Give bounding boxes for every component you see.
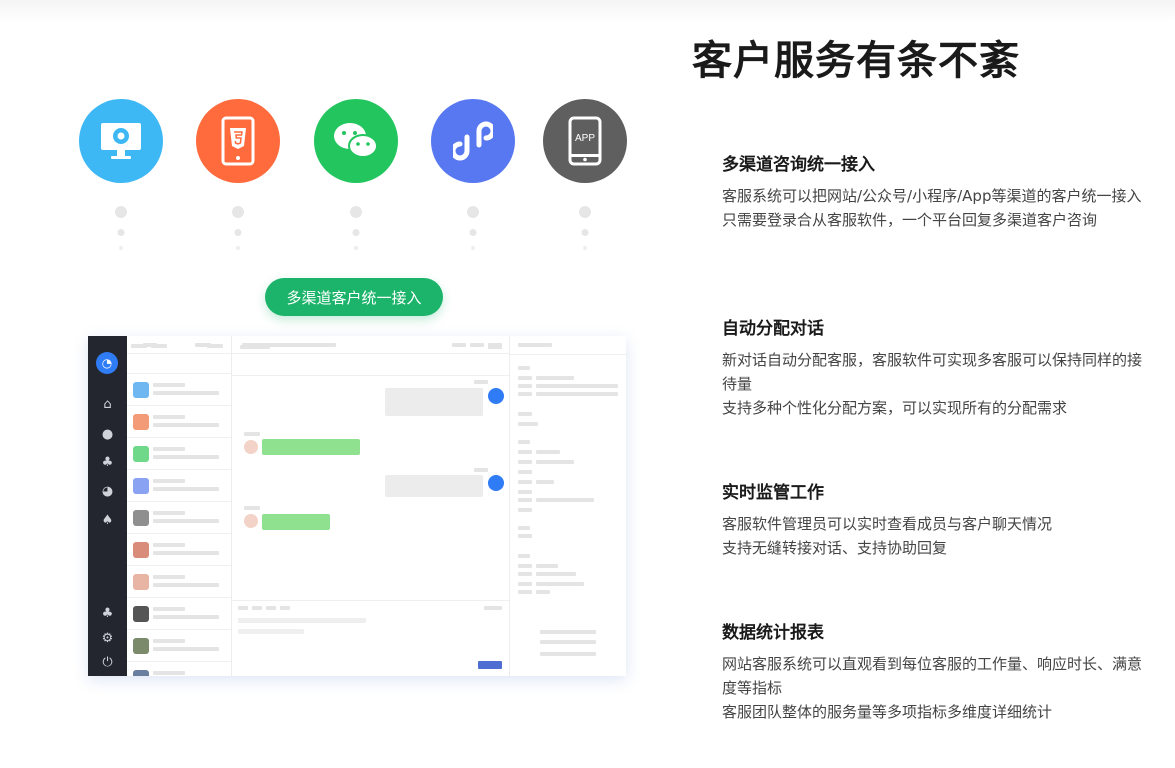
power-icon: ⏻ — [102, 655, 113, 670]
users-icon: ♠ — [101, 513, 114, 528]
mini-program-icon — [431, 99, 515, 183]
feature-title: 多渠道咨询统一接入 — [722, 155, 875, 175]
feature-text: 客服系统可以把网站/公众号/小程序/App等渠道的客户统一接入 — [722, 187, 1142, 205]
html5-icon — [196, 99, 280, 183]
feature-text: 客服团队整体的服务量等多项指标多维度详细统计 — [722, 703, 1053, 721]
mock-chat-panel — [232, 336, 510, 676]
feature-multichannel: 多渠道咨询统一接入 客服系统可以把网站/公众号/小程序/App等渠道的客户统一接… — [722, 150, 1152, 232]
list-item — [127, 662, 231, 676]
list-item — [127, 566, 231, 598]
feature-title: 实时监管工作 — [722, 483, 824, 503]
app-icon: APP — [543, 99, 627, 183]
feature-text: 只需要登录合从客服软件，一个平台回复多渠道客户咨询 — [722, 211, 1098, 229]
feature-title: 数据统计报表 — [722, 623, 824, 643]
channel-web — [79, 99, 163, 253]
mock-conversation-list — [127, 336, 232, 676]
mock-sidebar: ◔ ⌂ ● ♣ ◕ ♠ ♣ ⚙ ⏻ — [88, 336, 127, 676]
chat-icon: ● — [101, 427, 114, 442]
list-item — [127, 502, 231, 534]
svg-text:APP: APP — [575, 133, 595, 144]
stats-icon: ◕ — [101, 484, 114, 499]
list-item — [127, 406, 231, 438]
list-item — [127, 598, 231, 630]
feature-text: 支持多种个性化分配方案，可以实现所有的分配需求 — [722, 399, 1068, 417]
channel-app: APP — [543, 99, 627, 253]
feature-monitoring: 实时监管工作 客服软件管理员可以实时查看成员与客户聊天情况 支持无缝转接对话、支… — [722, 478, 1152, 560]
feature-text: 网站客服系统可以直观看到每位客服的工作量、响应时长、满意度等指标 — [722, 655, 1143, 697]
wechat-icon — [314, 99, 398, 183]
feature-text: 新对话自动分配客服，客服软件可实现多客服可以保持同样的接待量 — [722, 351, 1143, 393]
mock-info-panel — [510, 336, 626, 676]
channel-html5 — [196, 99, 280, 253]
feature-title: 自动分配对话 — [722, 319, 824, 339]
feature-reports: 数据统计报表 网站客服系统可以直观看到每位客服的工作量、响应时长、满意度等指标 … — [722, 618, 1152, 724]
footprint-icon: ♣ — [101, 455, 114, 470]
feature-auto-assign: 自动分配对话 新对话自动分配客服，客服软件可实现多客服可以保持同样的接待量 支持… — [722, 314, 1152, 420]
list-item — [127, 630, 231, 662]
top-fade — [0, 0, 1175, 22]
channel-wechat — [314, 99, 398, 253]
feature-text: 客服软件管理员可以实时查看成员与客户聊天情况 — [722, 515, 1053, 533]
channel-icons: APP — [79, 99, 627, 259]
home-icon: ⌂ — [103, 397, 112, 412]
list-item — [127, 374, 231, 406]
apps-icon: ♣ — [101, 606, 114, 621]
app-screenshot: ◔ ⌂ ● ♣ ◕ ♠ ♣ ⚙ ⏻ — [88, 336, 626, 676]
channel-mini-program — [431, 99, 515, 253]
list-item — [127, 470, 231, 502]
feature-text: 支持无缝转接对话、支持协助回复 — [722, 539, 948, 557]
list-item — [127, 534, 231, 566]
list-item — [127, 438, 231, 470]
web-icon — [79, 99, 163, 183]
settings-icon: ⚙ — [101, 631, 114, 646]
multichannel-pill: 多渠道客户统一接入 — [265, 278, 443, 316]
page-title: 客户服务有条不紊 — [692, 38, 1020, 84]
send-button — [478, 661, 502, 669]
logo-icon: ◔ — [96, 352, 118, 374]
